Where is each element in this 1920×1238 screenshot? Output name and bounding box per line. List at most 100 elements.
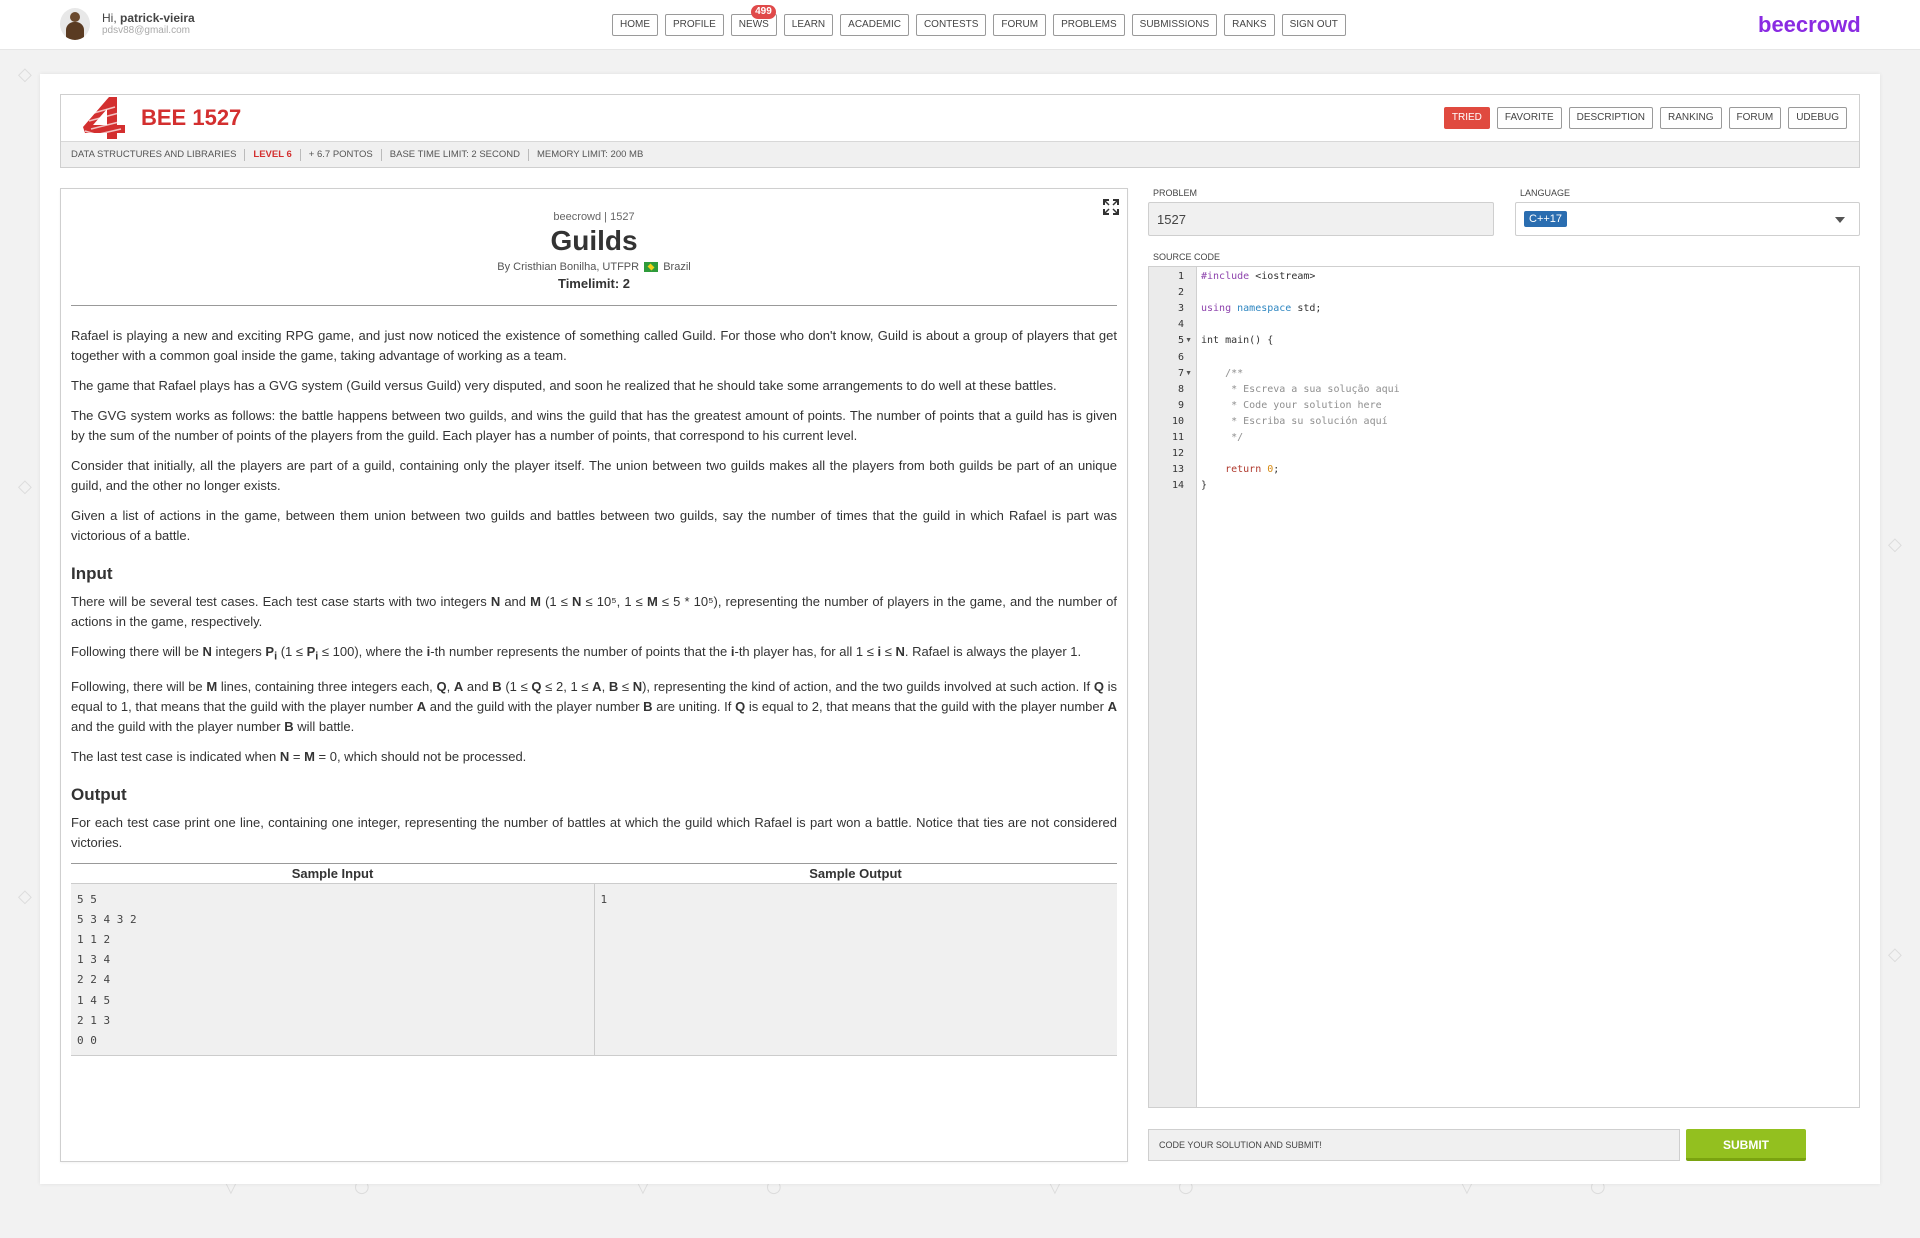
- meta-level: LEVEL 6: [245, 148, 301, 161]
- problem-code-title: BEE 1527: [141, 105, 242, 130]
- sample-output[interactable]: 1: [593, 883, 1118, 1055]
- input-heading: Input: [71, 564, 113, 583]
- brand-logo[interactable]: beecrowd: [1758, 12, 1861, 38]
- news-count-badge: 499: [751, 5, 776, 19]
- author-name: By Cristhian Bonilha, UTFPR: [497, 261, 640, 273]
- code-line[interactable]: * Code your solution here: [1201, 400, 1382, 411]
- statement-paragraph: Consider that initially, all the players…: [71, 458, 1117, 493]
- line-number: 14: [1171, 480, 1184, 492]
- avatar[interactable]: [60, 8, 90, 40]
- nav-sign-out-button[interactable]: SIGN OUT: [1281, 14, 1346, 36]
- diamond-shape-icon: ◇: [1888, 944, 1902, 965]
- brazil-flag-icon: [644, 262, 659, 273]
- user-email: pdsv88@gmail.com: [102, 25, 190, 36]
- language-label: LANGUAGE: [1520, 188, 1571, 198]
- action-favorite-button[interactable]: FAVORITE: [1496, 107, 1562, 129]
- diamond-shape-icon: ◇: [1888, 534, 1902, 555]
- line-number: 4: [1177, 319, 1184, 331]
- line-number: 1: [1177, 271, 1184, 282]
- fold-caret-icon[interactable]: ▼: [1185, 370, 1192, 377]
- line-number: 11: [1171, 432, 1184, 443]
- nav-learn-button[interactable]: LEARN: [783, 14, 834, 36]
- expand-icon[interactable]: [1103, 199, 1119, 215]
- meta-time-limit: BASE TIME LIMIT: 2 SECOND: [382, 148, 529, 161]
- code-line[interactable]: int main() {: [1201, 335, 1273, 346]
- nav-academic-button[interactable]: ACADEMIC: [840, 14, 909, 36]
- fold-caret-icon[interactable]: ▼: [1185, 337, 1192, 344]
- statement-paragraph: Given a list of actions in the game, bet…: [71, 508, 1117, 543]
- output-paragraph: For each test case print one line, conta…: [71, 814, 1117, 850]
- nav-contests-button[interactable]: CONTESTS: [915, 14, 987, 36]
- author-country: Brazil: [663, 261, 691, 273]
- line-number: 8: [1177, 383, 1184, 395]
- nav-problems-button[interactable]: PROBLEMS: [1053, 14, 1125, 36]
- problem-actions: TRIED FAVORITE DESCRIPTION RANKING FORUM UDEB…: [1437, 107, 1847, 129]
- nav-submissions-button[interactable]: SUBMISSIONS: [1131, 14, 1218, 36]
- line-numbers-gutter: 1 2 3 4 5 ▼ 6 7 ▼ 8 9 10 11 12 13 14: [1149, 267, 1197, 1107]
- source-code-label: SOURCE CODE: [1153, 252, 1221, 262]
- problem-author: By Cristhian Bonilha, UTFPR Brazil: [61, 261, 1127, 273]
- action-forum-button[interactable]: FORUM: [1728, 107, 1782, 129]
- code-line[interactable]: return 0;: [1201, 464, 1279, 475]
- problem-meta: DATA STRUCTURES AND LIBRARIES LEVEL 6 + …: [61, 141, 1859, 167]
- line-number: 13: [1171, 464, 1184, 476]
- sample-output-header: Sample Output: [594, 864, 1117, 884]
- line-number: 10: [1171, 415, 1184, 427]
- nav-home-button[interactable]: HOME: [612, 14, 658, 36]
- code-line[interactable]: */: [1201, 432, 1243, 443]
- language-select[interactable]: C++17: [1515, 202, 1860, 236]
- statement-paragraph: Rafael is playing a new and exciting RPG…: [71, 328, 1117, 363]
- problem-id-field[interactable]: 1527: [1148, 202, 1494, 236]
- chevron-down-icon[interactable]: [1835, 217, 1845, 223]
- code-line[interactable]: #include <iostream>: [1201, 271, 1315, 282]
- action-udebug-button[interactable]: UDEBUG: [1788, 107, 1847, 129]
- submit-hint-field[interactable]: CODE YOUR SOLUTION AND SUBMIT!: [1148, 1129, 1680, 1161]
- diamond-shape-icon: ◇: [18, 64, 32, 85]
- problem-origin: beecrowd | 1527: [553, 211, 635, 223]
- code-line[interactable]: /**: [1201, 368, 1243, 379]
- line-number: 12: [1171, 448, 1184, 460]
- code-line[interactable]: * Escreva a sua solução aqui: [1201, 384, 1400, 395]
- problem-body: Rafael is playing a new and exciting RPG…: [61, 306, 1127, 853]
- diamond-shape-icon: ◇: [18, 476, 32, 497]
- input-paragraph: Following there will be N integers Pi (1…: [71, 644, 1082, 663]
- statement-paragraph: The GVG system works as follows: the bat…: [71, 408, 1117, 443]
- nav-ranks-button[interactable]: RANKS: [1224, 14, 1275, 36]
- meta-points: + 6.7 PONTOS: [301, 148, 382, 161]
- problem-label: PROBLEM: [1153, 188, 1198, 198]
- meta-category: DATA STRUCTURES AND LIBRARIES: [71, 148, 246, 161]
- line-number: 2: [1177, 287, 1184, 299]
- submit-button[interactable]: SUBMIT: [1686, 1129, 1806, 1161]
- nav-forum-button[interactable]: FORUM: [993, 14, 1047, 36]
- problem-title: Guilds: [550, 225, 638, 256]
- input-paragraph: The last test case is indicated when N =…: [71, 748, 527, 764]
- output-heading: Output: [71, 784, 127, 804]
- code-line[interactable]: }: [1201, 480, 1207, 491]
- action-ranking-button[interactable]: RANKING: [1659, 107, 1722, 129]
- username: patrick-vieira: [120, 11, 195, 25]
- code-editor[interactable]: 1 2 3 4 5 ▼ 6 7 ▼ 8 9 10 11 12 13 14 #include <iostream…: [1148, 266, 1860, 1108]
- line-number: 3: [1177, 303, 1184, 315]
- nav-news-button[interactable]: NEWS 499: [730, 5, 777, 36]
- sample-input[interactable]: 5 5 5 3 4 3 2 1 1 2 1 3 4 2 2 4 1 4 5 2 …: [71, 884, 594, 1055]
- code-line[interactable]: * Escriba su solución aquí: [1201, 416, 1388, 427]
- diamond-shape-icon: ◇: [18, 886, 32, 907]
- user-info[interactable]: Hi, patrick-vieira pdsv88@gmail.com: [60, 8, 195, 40]
- problem-description: Rafael is playing a new and exciting RPG…: [71, 326, 1117, 546]
- greeting: Hi, patrick-vieira: [102, 11, 195, 25]
- selected-language: C++17: [1524, 211, 1568, 227]
- problem-timelimit: Timelimit: 2: [557, 276, 630, 291]
- nav-profile-button[interactable]: PROFILE: [665, 14, 724, 36]
- input-paragraph: Following, there will be M lines, contai…: [71, 678, 1118, 734]
- sample-input-header: Sample Input: [71, 864, 594, 884]
- top-bar: Hi, patrick-vieira pdsv88@gmail.com HOME…: [0, 0, 1920, 50]
- level-four-logo-icon: [83, 97, 125, 139]
- code-line[interactable]: using namespace std;: [1201, 303, 1321, 314]
- input-paragraph: There will be several test cases. Each t…: [71, 594, 1117, 629]
- action-description-button[interactable]: DESCRIPTION: [1568, 107, 1653, 129]
- samples-table: Sample Input Sample Output 5 5 5 3 4 3 2…: [71, 862, 1118, 1056]
- line-number: 9: [1177, 399, 1184, 411]
- meta-memory-limit: MEMORY LIMIT: 200 MB: [536, 148, 644, 160]
- line-number: 7: [1177, 367, 1184, 379]
- input-description: There will be several test cases. Each t…: [71, 592, 1117, 767]
